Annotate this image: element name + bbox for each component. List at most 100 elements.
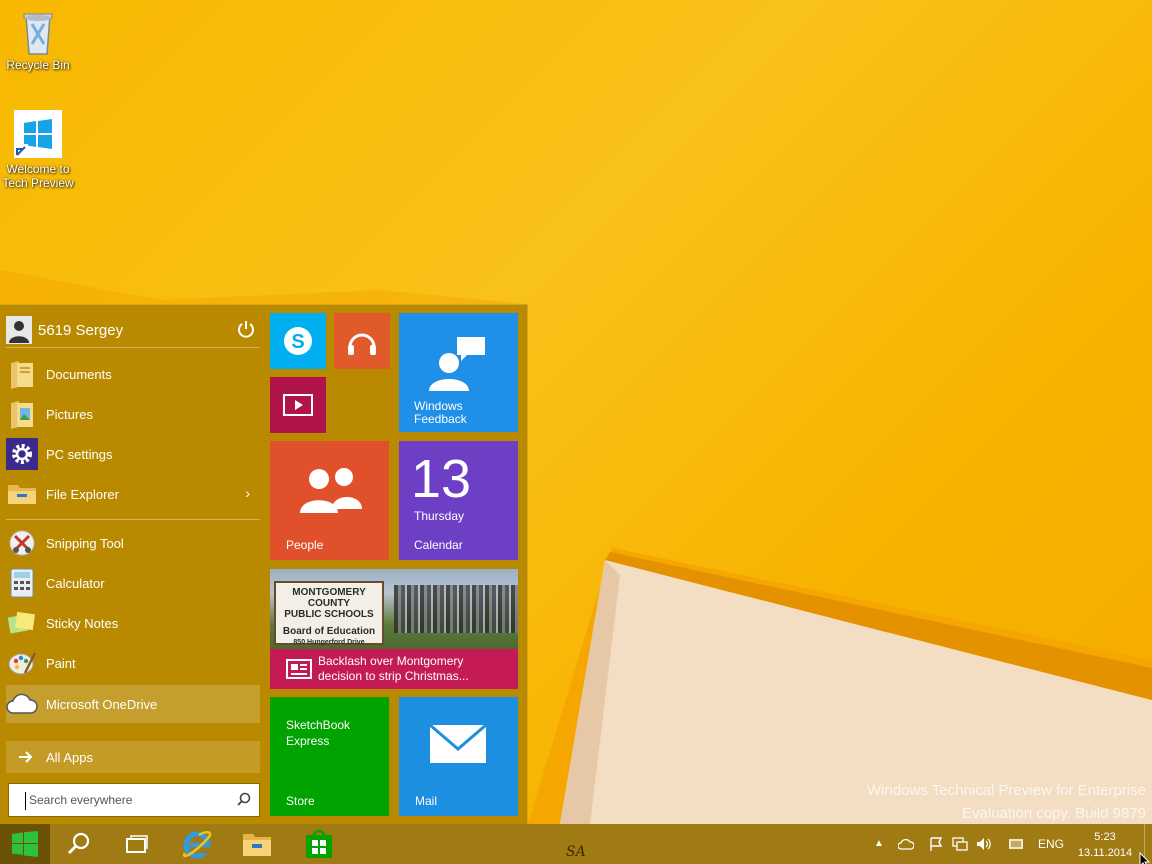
menu-item-label: Sticky Notes — [46, 615, 119, 631]
file-explorer-icon — [243, 834, 271, 856]
user-account-button[interactable]: 5619 Sergey — [6, 313, 260, 347]
user-avatar-icon — [6, 316, 32, 344]
menu-item-label: PC settings — [46, 446, 113, 462]
menu-item-label: Calculator — [46, 575, 105, 591]
clock[interactable]: 5:23 13.11.2014 — [1072, 830, 1138, 860]
menu-item-label: Paint — [46, 655, 76, 671]
menu-item-pictures[interactable]: Pictures — [6, 395, 260, 433]
sticky-notes-icon — [6, 607, 38, 639]
svg-text:S: S — [291, 331, 304, 353]
news-headline: decision to strip Christmas... — [318, 669, 469, 683]
action-center-flag-icon[interactable] — [928, 836, 944, 852]
tile-news[interactable]: MONTGOMERY COUNTY PUBLIC SCHOOLS Board o… — [270, 569, 518, 689]
welcome-shortcut[interactable]: Welcome to Tech Preview — [0, 110, 76, 190]
onedrive-tray-icon[interactable] — [898, 836, 914, 852]
text-caret — [25, 792, 26, 810]
menu-item-file-explorer[interactable]: File Explorer › — [6, 475, 260, 513]
menu-item-label: Pictures — [46, 406, 93, 422]
taskbar-internet-explorer[interactable] — [168, 824, 226, 864]
news-photo: MONTGOMERY COUNTY PUBLIC SCHOOLS Board o… — [270, 569, 518, 649]
watermark-line-2: Evaluation copy. Build 9879 — [961, 805, 1146, 822]
search-placeholder: Search everywhere — [29, 793, 133, 807]
signature: SA — [566, 844, 586, 860]
all-apps-button[interactable]: All Apps — [6, 741, 260, 773]
start-icon — [12, 831, 38, 857]
calendar-day: 13 — [411, 449, 472, 509]
divider — [6, 519, 260, 520]
taskbar-store[interactable] — [290, 824, 348, 864]
tile-video[interactable] — [270, 377, 326, 433]
recycle-bin-label: Recycle Bin — [6, 58, 70, 72]
power-icon[interactable] — [236, 319, 256, 339]
tile-label: Feedback — [414, 412, 467, 426]
menu-item-onedrive[interactable]: Microsoft OneDrive — [6, 685, 260, 723]
sign-line: 850 Hungerford Drive — [293, 639, 365, 646]
watermark-line-1: Windows Technical Preview for Enterprise — [866, 782, 1146, 799]
menu-item-documents[interactable]: Documents — [6, 355, 260, 393]
tile-label: Calendar — [414, 538, 463, 552]
tile-sketchbook-store[interactable]: SketchBook Express Store — [270, 697, 389, 816]
menu-item-sticky-notes[interactable]: Sticky Notes — [6, 604, 260, 642]
search-input[interactable]: Search everywhere — [8, 783, 260, 817]
network-icon[interactable] — [952, 836, 968, 852]
language-indicator[interactable]: ENG — [1038, 837, 1064, 851]
tile-skype[interactable]: S — [270, 313, 326, 369]
tile-mail[interactable]: Mail — [399, 697, 518, 816]
snipping-tool-icon — [6, 527, 38, 559]
user-name: 5619 Sergey — [38, 321, 124, 339]
mouse-cursor-icon — [1139, 852, 1151, 864]
search-icon — [68, 832, 90, 854]
menu-item-label: Snipping Tool — [46, 535, 124, 551]
tile-windows-feedback[interactable]: Windows Feedback — [399, 313, 518, 432]
task-view-button[interactable] — [108, 824, 166, 864]
start-button[interactable] — [0, 824, 50, 864]
news-icon — [286, 659, 312, 679]
store-icon — [306, 830, 332, 858]
menu-item-calculator[interactable]: Calculator — [6, 564, 260, 602]
menu-item-label: File Explorer — [46, 486, 119, 502]
documents-icon — [6, 358, 38, 390]
divider — [6, 347, 260, 348]
tile-label: Mail — [415, 794, 438, 808]
paint-icon — [6, 647, 38, 679]
chevron-right-icon[interactable]: › — [245, 485, 250, 501]
tile-people[interactable]: People — [270, 441, 389, 560]
task-view-icon — [126, 835, 148, 853]
feedback-people-icon — [429, 337, 485, 391]
taskbar-file-explorer[interactable] — [228, 824, 286, 864]
sign-line: PUBLIC SCHOOLS — [284, 609, 374, 620]
news-headline-band: Backlash over Montgomery decision to str… — [270, 649, 518, 689]
recycle-bin-shortcut[interactable]: Recycle Bin — [0, 6, 76, 72]
volume-icon[interactable] — [976, 836, 992, 852]
envelope-icon — [429, 723, 487, 763]
sign-line: MONTGOMERY COUNTY — [292, 587, 366, 609]
taskbar-search-button[interactable] — [50, 824, 108, 864]
news-headline: Backlash over Montgomery — [318, 654, 464, 668]
clock-date: 13.11.2014 — [1077, 847, 1133, 859]
menu-item-paint[interactable]: Paint — [6, 644, 260, 682]
windows-logo-icon — [14, 110, 62, 158]
build-watermark: Windows Technical Preview for Enterprise… — [867, 782, 1146, 822]
video-icon — [283, 394, 313, 416]
recycle-bin-icon — [14, 6, 62, 55]
tile-calendar[interactable]: 13 Thursday Calendar — [399, 441, 518, 560]
headphones-icon — [348, 333, 376, 355]
tile-music[interactable] — [334, 313, 390, 369]
touch-keyboard-icon[interactable] — [1008, 836, 1024, 852]
menu-item-pc-settings[interactable]: PC settings — [6, 435, 260, 473]
calendar-weekday: Thursday — [414, 509, 465, 523]
welcome-shortcut-label: Welcome to Tech Preview — [2, 162, 74, 190]
menu-item-label: Documents — [46, 366, 112, 382]
tile-label: People — [286, 538, 324, 552]
search-icon[interactable] — [237, 792, 251, 809]
tray-overflow-icon[interactable]: ▲ — [874, 838, 884, 849]
start-menu-left-column: 5619 Sergey Documents Pictures PC settin… — [0, 305, 266, 825]
all-apps-label: All Apps — [46, 749, 93, 765]
menu-item-snipping-tool[interactable]: Snipping Tool — [6, 524, 260, 562]
clock-time: 5:23 — [1094, 831, 1116, 843]
skype-icon: S — [284, 327, 312, 355]
tile-label: Store — [286, 794, 315, 808]
school-sign: MONTGOMERY COUNTY PUBLIC SCHOOLS Board o… — [274, 581, 384, 646]
pictures-icon — [6, 398, 38, 430]
folder-icon — [6, 478, 38, 510]
